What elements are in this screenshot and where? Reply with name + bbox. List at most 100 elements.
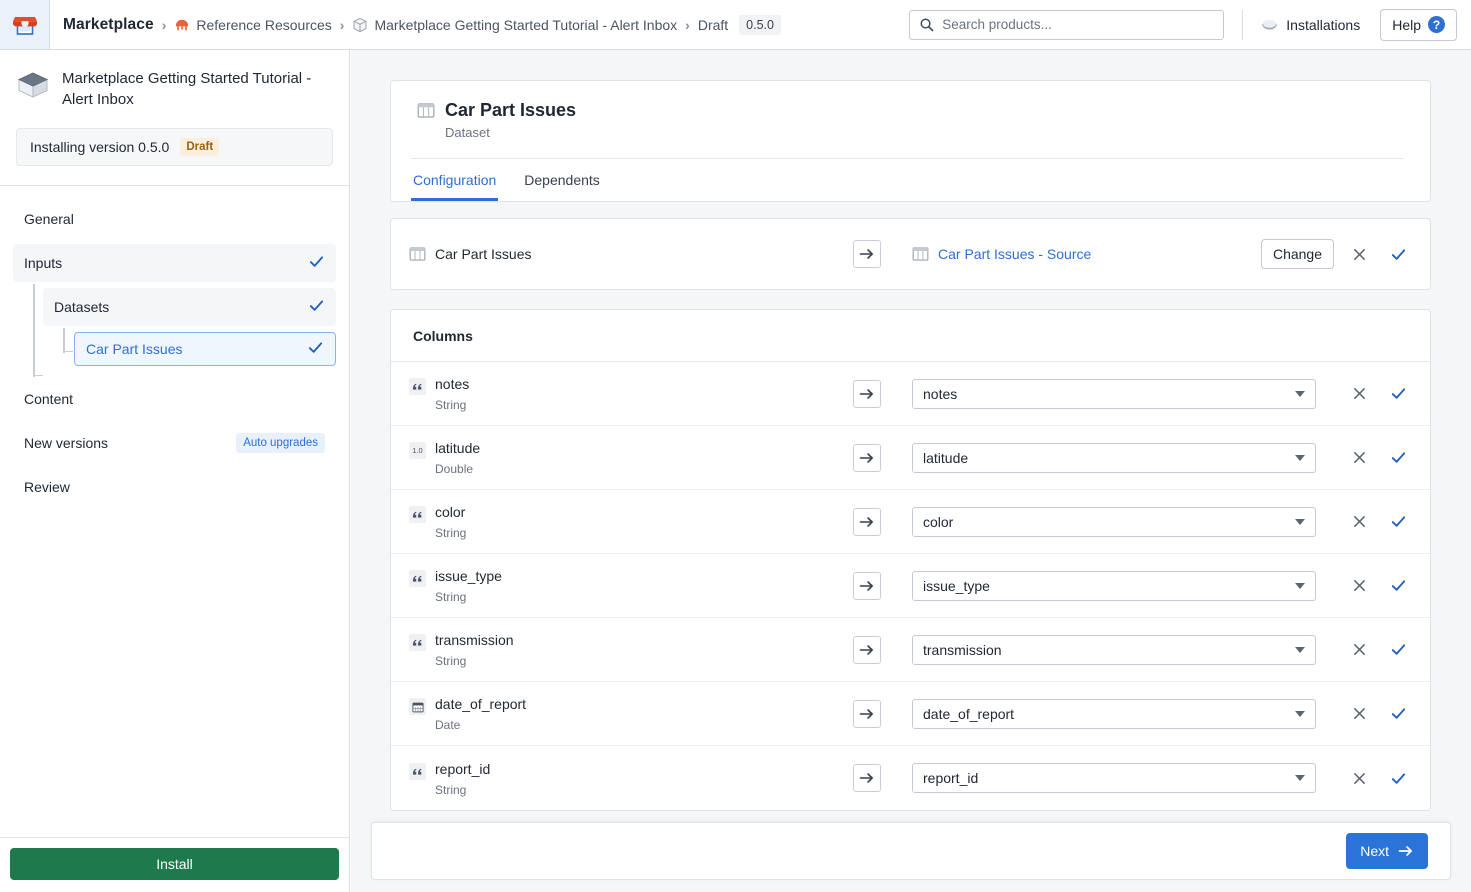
sidebar-item-new-versions[interactable]: New versions Auto upgrades xyxy=(13,424,336,462)
close-x-icon[interactable] xyxy=(1345,764,1373,792)
sidebar-item-label: Car Part Issues xyxy=(86,340,183,357)
check-icon[interactable] xyxy=(1384,572,1412,600)
arrow-right-icon[interactable] xyxy=(853,443,881,472)
tree-guide-elbow xyxy=(33,374,43,377)
check-icon[interactable] xyxy=(1384,764,1412,792)
sidebar-item-label: Review xyxy=(24,478,70,495)
help-label: Help xyxy=(1392,16,1421,33)
close-x-icon[interactable] xyxy=(1345,508,1373,536)
chevron-down-icon xyxy=(1295,646,1305,653)
close-x-icon[interactable] xyxy=(1345,240,1373,268)
sidebar-item-label: Content xyxy=(24,390,74,407)
column-row-actions xyxy=(1345,572,1430,600)
chevron-down-icon xyxy=(1295,710,1305,717)
sidebar-subtree-car-part-issues: Car Part Issues xyxy=(43,327,336,366)
auto-upgrades-badge: Auto upgrades xyxy=(236,432,325,453)
column-type: String xyxy=(435,526,467,540)
help-button[interactable]: Help ? xyxy=(1380,8,1457,41)
tab-bar: Configuration Dependents xyxy=(411,158,1404,201)
sidebar-item-datasets[interactable]: Datasets xyxy=(43,287,336,326)
columns-header: Columns xyxy=(391,310,1430,362)
close-x-icon[interactable] xyxy=(1345,572,1373,600)
column-source: report_id String xyxy=(391,760,853,797)
column-mapping-value: color xyxy=(923,513,954,530)
tab-configuration[interactable]: Configuration xyxy=(411,159,499,201)
arrow-right-icon[interactable] xyxy=(853,699,881,728)
question-mark-icon: ? xyxy=(1428,16,1445,33)
close-x-icon[interactable] xyxy=(1345,380,1373,408)
tab-dependents[interactable]: Dependents xyxy=(522,159,602,201)
check-icon[interactable] xyxy=(1384,508,1412,536)
check-icon xyxy=(307,339,324,359)
top-bar-right: Installations Help ? xyxy=(909,0,1471,50)
sidebar-nav: General Inputs Datasets Car Part Issues … xyxy=(0,186,349,506)
arrow-right-icon[interactable] xyxy=(853,764,881,792)
mapping-source-label: Car Part Issues xyxy=(435,246,532,262)
column-mapping-select[interactable]: report_id xyxy=(912,763,1316,793)
breadcrumb-separator-3: › xyxy=(685,16,690,33)
column-mapping-value: notes xyxy=(923,385,958,402)
sidebar-item-inputs[interactable]: Inputs xyxy=(13,243,336,282)
column-type: Double xyxy=(435,462,474,476)
calendar-date-icon xyxy=(409,698,426,715)
installations-button[interactable]: Installations xyxy=(1261,17,1360,33)
column-mapping-row: report_id String report_id xyxy=(391,746,1430,810)
column-name: color xyxy=(435,504,466,520)
breadcrumb-item-label-2: Marketplace Getting Started Tutorial - A… xyxy=(374,16,678,33)
column-mapping-row: 1.0 latitude Double latitude xyxy=(391,426,1430,490)
sidebar-item-review[interactable]: Review xyxy=(13,468,336,506)
arrow-right-icon[interactable] xyxy=(853,571,881,600)
sidebar-item-general[interactable]: General xyxy=(13,200,336,238)
column-source: 1.0 latitude Double xyxy=(391,439,853,476)
breadcrumb-separator-2: › xyxy=(339,16,345,33)
column-mapping-row: date_of_report Date date_of_report xyxy=(391,682,1430,746)
sidebar: Marketplace Getting Started Tutorial - A… xyxy=(0,50,350,892)
column-mapping-select[interactable]: issue_type xyxy=(912,570,1316,601)
column-mapping-row: color String color xyxy=(391,490,1430,554)
marketplace-storefront-icon[interactable] xyxy=(0,0,50,49)
close-x-icon[interactable] xyxy=(1345,444,1373,472)
column-name: latitude xyxy=(435,440,481,456)
arrow-right-icon[interactable] xyxy=(853,507,881,536)
check-icon[interactable] xyxy=(1384,444,1412,472)
arrow-right-icon[interactable] xyxy=(853,635,881,664)
mapping-target-link[interactable]: Car Part Issues - Source xyxy=(881,246,1261,262)
column-name: report_id xyxy=(435,760,491,777)
search-input[interactable] xyxy=(942,17,1215,32)
column-row-actions xyxy=(1345,508,1430,536)
mapping-actions: Change xyxy=(1260,239,1430,269)
chevron-down-icon xyxy=(1295,454,1305,461)
column-mapping-select[interactable]: date_of_report xyxy=(912,698,1316,729)
check-icon[interactable] xyxy=(1384,700,1412,728)
close-x-icon[interactable] xyxy=(1345,700,1373,728)
column-mapping-value: date_of_report xyxy=(923,705,1015,722)
column-name: issue_type xyxy=(435,568,502,584)
arrow-right-icon[interactable] xyxy=(853,240,881,268)
column-type: String xyxy=(435,398,467,412)
table-dataset-icon xyxy=(409,246,426,262)
installations-globe-icon xyxy=(1261,17,1278,33)
column-mapping-select[interactable]: notes xyxy=(912,378,1316,409)
next-button[interactable]: Next xyxy=(1346,833,1428,869)
column-mapping-select[interactable]: color xyxy=(912,506,1316,537)
check-icon[interactable] xyxy=(1384,636,1412,664)
change-button[interactable]: Change xyxy=(1260,239,1334,269)
sidebar-item-label: New versions xyxy=(24,434,109,451)
breadcrumb-item-product[interactable]: Marketplace Getting Started Tutorial - A… xyxy=(352,17,677,33)
sidebar-item-car-part-issues[interactable]: Car Part Issues xyxy=(74,331,336,366)
sidebar-item-content[interactable]: Content xyxy=(13,380,336,418)
column-mapping-select[interactable]: latitude xyxy=(912,442,1316,473)
close-x-icon[interactable] xyxy=(1345,636,1373,664)
columns-card: Columns notes String notes 1.0 latitude Doubl… xyxy=(390,309,1431,811)
search-box[interactable] xyxy=(909,9,1225,40)
breadcrumb-root[interactable]: Marketplace xyxy=(63,16,154,34)
install-button[interactable]: Install xyxy=(10,848,339,880)
columns-list: notes String notes 1.0 latitude Double latitud… xyxy=(391,362,1430,810)
breadcrumb-item-reference-resources[interactable]: Reference Resources xyxy=(174,17,332,33)
table-dataset-icon xyxy=(912,246,929,262)
column-mapping-select[interactable]: transmission xyxy=(912,634,1316,665)
check-icon[interactable] xyxy=(1384,240,1412,268)
arrow-right-icon[interactable] xyxy=(853,379,881,408)
check-icon[interactable] xyxy=(1384,380,1412,408)
column-mapping-value: report_id xyxy=(923,770,979,786)
